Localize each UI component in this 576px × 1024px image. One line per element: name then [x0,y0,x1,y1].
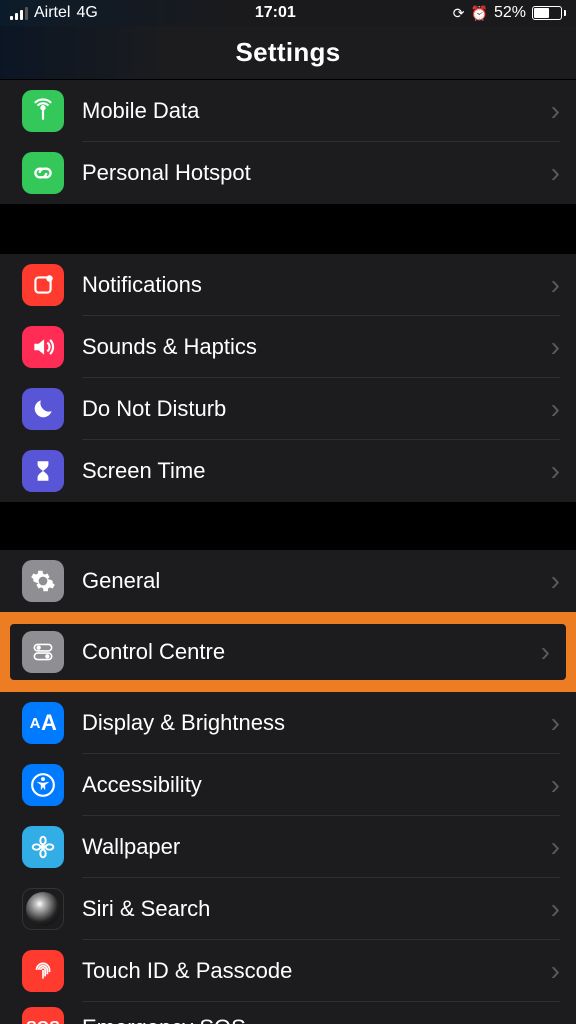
highlight-control-centre: Control Centre › [0,612,576,692]
chevron-right-icon: › [543,157,560,189]
row-label: Sounds & Haptics [82,334,543,360]
settings-group-connectivity: Mobile Data › Personal Hotspot › [0,80,576,204]
moon-icon [22,388,64,430]
chevron-right-icon: › [543,707,560,739]
chevron-right-icon: › [543,769,560,801]
row-accessibility[interactable]: Accessibility › [0,754,576,816]
row-label: General [82,568,543,594]
chevron-right-icon: › [543,393,560,425]
text-size-icon: AA [22,702,64,744]
network-label: 4G [76,4,97,22]
battery-pct-label: 52% [494,4,526,22]
row-wallpaper[interactable]: Wallpaper › [0,816,576,878]
row-label: Wallpaper [82,834,543,860]
chevron-right-icon: › [543,831,560,863]
chevron-right-icon: › [543,95,560,127]
settings-group-general: General › [0,550,576,612]
row-label: Screen Time [82,458,543,484]
status-left: Airtel 4G [10,4,98,22]
status-bar: Airtel 4G 17:01 ⟳ ⏰ 52% [0,0,576,26]
status-right: ⟳ ⏰ 52% [453,4,566,22]
row-label: Touch ID & Passcode [82,958,543,984]
fingerprint-icon [22,950,64,992]
antenna-icon [22,90,64,132]
flower-icon [22,826,64,868]
row-label: Emergency SOS [82,1015,543,1024]
row-personal-hotspot[interactable]: Personal Hotspot › [0,142,576,204]
speaker-icon [22,326,64,368]
row-general[interactable]: General › [0,550,576,612]
row-notifications[interactable]: Notifications › [0,254,576,316]
row-label: Siri & Search [82,896,543,922]
row-do-not-disturb[interactable]: Do Not Disturb › [0,378,576,440]
chevron-right-icon: › [543,955,560,987]
row-touch-id-passcode[interactable]: Touch ID & Passcode › [0,940,576,1002]
clock-label: 17:01 [255,4,296,22]
row-mobile-data[interactable]: Mobile Data › [0,80,576,142]
hourglass-icon [22,450,64,492]
row-label: Notifications [82,272,543,298]
row-screen-time[interactable]: Screen Time › [0,440,576,502]
alarm-icon: ⏰ [471,5,488,22]
chevron-right-icon: › [543,331,560,363]
row-label: Mobile Data [82,98,543,124]
page-title: Settings [236,37,341,68]
row-label: Control Centre [82,639,533,665]
title-bar: Settings [0,26,576,80]
notifications-icon [22,264,64,306]
orientation-lock-icon: ⟳ [453,5,465,22]
section-gap [0,502,576,550]
signal-icon [10,6,28,20]
settings-group-notifications: Notifications › Sounds & Haptics › Do No… [0,254,576,502]
chevron-right-icon: › [543,1012,560,1024]
row-siri-search[interactable]: Siri & Search › [0,878,576,940]
gear-icon [22,560,64,602]
link-icon [22,152,64,194]
chevron-right-icon: › [543,269,560,301]
battery-icon [532,6,566,20]
row-label: Do Not Disturb [82,396,543,422]
row-emergency-sos[interactable]: SOS Emergency SOS › [0,1002,576,1024]
row-label: Personal Hotspot [82,160,543,186]
carrier-label: Airtel [34,4,70,22]
sos-icon: SOS [22,1007,64,1024]
siri-icon [22,888,64,930]
row-label: Accessibility [82,772,543,798]
toggles-icon [22,631,64,673]
row-display-brightness[interactable]: AA Display & Brightness › [0,692,576,754]
row-control-centre[interactable]: Control Centre › [10,624,566,680]
settings-group-general-cont: AA Display & Brightness › Accessibility … [0,692,576,1024]
section-gap [0,204,576,254]
accessibility-icon [22,764,64,806]
chevron-right-icon: › [543,893,560,925]
chevron-right-icon: › [533,636,550,668]
row-label: Display & Brightness [82,710,543,736]
chevron-right-icon: › [543,565,560,597]
row-sounds-haptics[interactable]: Sounds & Haptics › [0,316,576,378]
chevron-right-icon: › [543,455,560,487]
